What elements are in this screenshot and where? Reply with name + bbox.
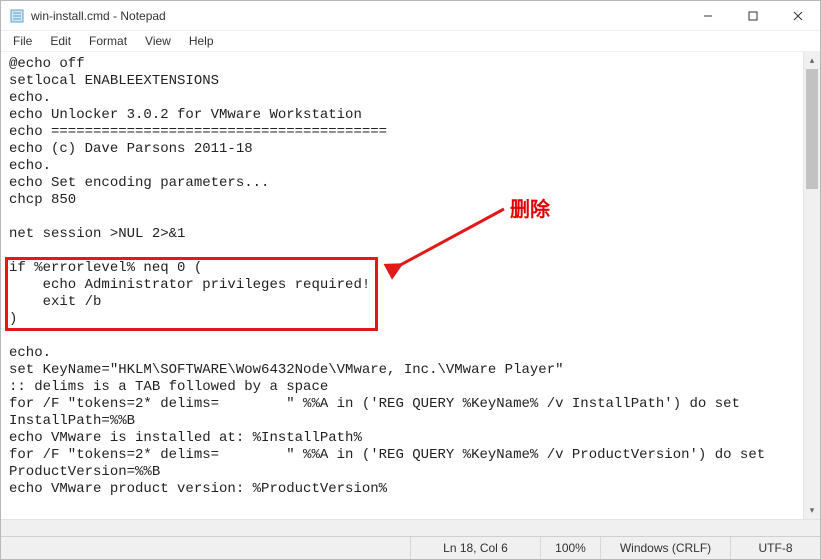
scrollbar-thumb[interactable] bbox=[806, 69, 818, 189]
editor-line: echo. bbox=[9, 158, 797, 175]
vertical-scrollbar[interactable]: ▴ ▾ bbox=[803, 52, 820, 519]
scroll-down-arrow-icon[interactable]: ▾ bbox=[804, 502, 820, 519]
editor-line: chcp 850 bbox=[9, 192, 797, 209]
editor-line: InstallPath=%%B bbox=[9, 413, 797, 430]
menu-format[interactable]: Format bbox=[81, 32, 135, 50]
statusbar: Ln 18, Col 6 100% Windows (CRLF) UTF-8 bbox=[1, 536, 820, 559]
editor-line: for /F "tokens=2* delims= " %%A in ('REG… bbox=[9, 447, 797, 464]
editor-line: echo (c) Dave Parsons 2011-18 bbox=[9, 141, 797, 158]
editor-line bbox=[9, 328, 797, 345]
editor-line: :: delims is a TAB followed by a space bbox=[9, 379, 797, 396]
editor-line: @echo off bbox=[9, 56, 797, 73]
maximize-button[interactable] bbox=[730, 1, 775, 31]
menu-view[interactable]: View bbox=[137, 32, 179, 50]
menu-edit[interactable]: Edit bbox=[42, 32, 79, 50]
editor-line: setlocal ENABLEEXTENSIONS bbox=[9, 73, 797, 90]
content-area: @echo offsetlocal ENABLEEXTENSIONSecho.e… bbox=[1, 52, 820, 519]
menu-help[interactable]: Help bbox=[181, 32, 222, 50]
menubar: File Edit Format View Help bbox=[1, 31, 820, 52]
menu-file[interactable]: File bbox=[5, 32, 40, 50]
editor-line: exit /b bbox=[9, 294, 797, 311]
text-editor[interactable]: @echo offsetlocal ENABLEEXTENSIONSecho.e… bbox=[1, 52, 803, 519]
editor-line: ) bbox=[9, 311, 797, 328]
editor-line: echo ===================================… bbox=[9, 124, 797, 141]
status-zoom: 100% bbox=[540, 537, 600, 559]
editor-line: if %errorlevel% neq 0 ( bbox=[9, 260, 797, 277]
status-line-ending: Windows (CRLF) bbox=[600, 537, 730, 559]
editor-line: net session >NUL 2>&1 bbox=[9, 226, 797, 243]
minimize-button[interactable] bbox=[685, 1, 730, 31]
editor-line: echo. bbox=[9, 345, 797, 362]
editor-line: ProductVersion=%%B bbox=[9, 464, 797, 481]
editor-line: echo. bbox=[9, 90, 797, 107]
scrollbar-track[interactable] bbox=[804, 69, 820, 502]
status-encoding: UTF-8 bbox=[730, 537, 820, 559]
editor-line: set KeyName="HKLM\SOFTWARE\Wow6432Node\V… bbox=[9, 362, 797, 379]
horizontal-scrollbar[interactable] bbox=[1, 519, 820, 536]
editor-line bbox=[9, 209, 797, 226]
status-position: Ln 18, Col 6 bbox=[410, 537, 540, 559]
scroll-up-arrow-icon[interactable]: ▴ bbox=[804, 52, 820, 69]
notepad-icon bbox=[9, 8, 25, 24]
titlebar: win-install.cmd - Notepad bbox=[1, 1, 820, 31]
window-title: win-install.cmd - Notepad bbox=[31, 9, 166, 23]
editor-line: for /F "tokens=2* delims= " %%A in ('REG… bbox=[9, 396, 797, 413]
editor-line: echo Administrator privileges required! bbox=[9, 277, 797, 294]
status-spacer bbox=[1, 537, 410, 559]
editor-line: echo VMware is installed at: %InstallPat… bbox=[9, 430, 797, 447]
editor-line: echo VMware product version: %ProductVer… bbox=[9, 481, 797, 498]
notepad-window: win-install.cmd - Notepad File Edit Form… bbox=[0, 0, 821, 560]
close-button[interactable] bbox=[775, 1, 820, 31]
editor-line bbox=[9, 243, 797, 260]
editor-line: echo Unlocker 3.0.2 for VMware Workstati… bbox=[9, 107, 797, 124]
editor-line: echo Set encoding parameters... bbox=[9, 175, 797, 192]
